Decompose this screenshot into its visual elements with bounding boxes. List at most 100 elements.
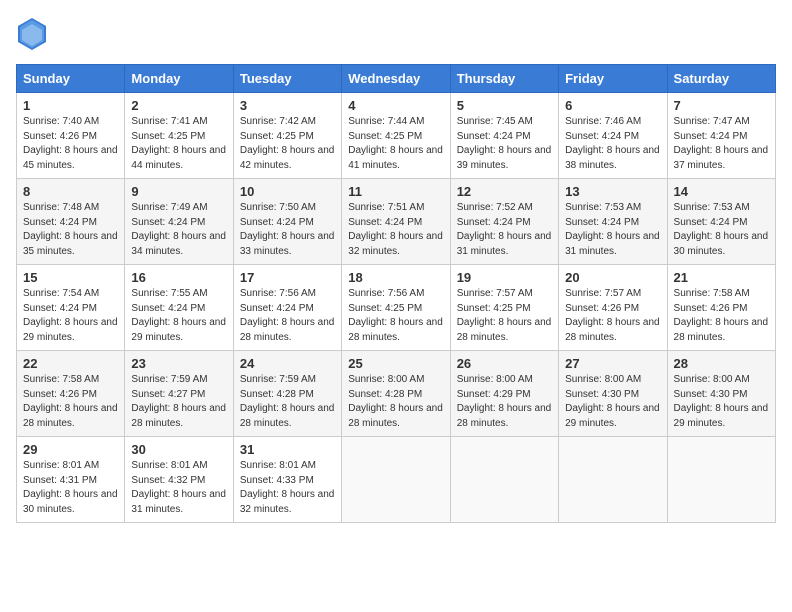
day-info: Sunrise: 7:46 AM Sunset: 4:24 PM Dayligh… <box>565 115 660 173</box>
day-info: Sunrise: 7:59 AM Sunset: 4:28 PM Dayligh… <box>240 373 335 431</box>
calendar-week-row: 15 Sunrise: 7:54 AM Sunset: 4:24 PM Dayli… <box>17 265 776 351</box>
day-of-week-header: Thursday <box>450 65 558 93</box>
day-number: 23 <box>131 356 226 371</box>
day-info: Sunrise: 7:40 AM Sunset: 4:26 PM Dayligh… <box>23 115 118 173</box>
day-number: 2 <box>131 98 226 113</box>
day-number: 6 <box>565 98 660 113</box>
calendar-day-cell: 27 Sunrise: 8:00 AM Sunset: 4:30 PM Dayli… <box>559 351 667 437</box>
day-info: Sunrise: 7:45 AM Sunset: 4:24 PM Dayligh… <box>457 115 552 173</box>
day-info: Sunrise: 7:53 AM Sunset: 4:24 PM Dayligh… <box>565 201 660 259</box>
calendar-day-cell <box>667 437 775 523</box>
day-number: 10 <box>240 184 335 199</box>
calendar-day-cell: 16 Sunrise: 7:55 AM Sunset: 4:24 PM Dayli… <box>125 265 233 351</box>
day-number: 27 <box>565 356 660 371</box>
day-number: 5 <box>457 98 552 113</box>
calendar-day-cell: 26 Sunrise: 8:00 AM Sunset: 4:29 PM Dayli… <box>450 351 558 437</box>
calendar-day-cell: 10 Sunrise: 7:50 AM Sunset: 4:24 PM Dayli… <box>233 179 341 265</box>
calendar-week-row: 1 Sunrise: 7:40 AM Sunset: 4:26 PM Daylig… <box>17 93 776 179</box>
day-of-week-header: Monday <box>125 65 233 93</box>
day-info: Sunrise: 7:49 AM Sunset: 4:24 PM Dayligh… <box>131 201 226 259</box>
day-info: Sunrise: 8:01 AM Sunset: 4:32 PM Dayligh… <box>131 459 226 517</box>
calendar-day-cell: 2Sunrise: 7:41 AM Sunset: 4:25 PM Daylig… <box>125 93 233 179</box>
day-info: Sunrise: 7:55 AM Sunset: 4:24 PM Dayligh… <box>131 287 226 345</box>
logo <box>16 16 52 52</box>
day-number: 18 <box>348 270 443 285</box>
day-info: Sunrise: 7:51 AM Sunset: 4:24 PM Dayligh… <box>348 201 443 259</box>
day-number: 14 <box>674 184 769 199</box>
day-info: Sunrise: 7:57 AM Sunset: 4:25 PM Dayligh… <box>457 287 552 345</box>
calendar-day-cell: 31 Sunrise: 8:01 AM Sunset: 4:33 PM Dayli… <box>233 437 341 523</box>
day-of-week-header: Wednesday <box>342 65 450 93</box>
day-info: Sunrise: 7:47 AM Sunset: 4:24 PM Dayligh… <box>674 115 769 173</box>
calendar-day-cell: 19 Sunrise: 7:57 AM Sunset: 4:25 PM Dayli… <box>450 265 558 351</box>
calendar-week-row: 22 Sunrise: 7:58 AM Sunset: 4:26 PM Dayli… <box>17 351 776 437</box>
day-number: 25 <box>348 356 443 371</box>
day-number: 16 <box>131 270 226 285</box>
day-number: 31 <box>240 442 335 457</box>
day-number: 7 <box>674 98 769 113</box>
day-number: 26 <box>457 356 552 371</box>
calendar-day-cell: 9 Sunrise: 7:49 AM Sunset: 4:24 PM Daylig… <box>125 179 233 265</box>
calendar-day-cell: 8 Sunrise: 7:48 AM Sunset: 4:24 PM Daylig… <box>17 179 125 265</box>
day-number: 1 <box>23 98 118 113</box>
calendar-day-cell: 13 Sunrise: 7:53 AM Sunset: 4:24 PM Dayli… <box>559 179 667 265</box>
day-info: Sunrise: 7:58 AM Sunset: 4:26 PM Dayligh… <box>674 287 769 345</box>
day-of-week-header: Friday <box>559 65 667 93</box>
day-info: Sunrise: 8:01 AM Sunset: 4:33 PM Dayligh… <box>240 459 335 517</box>
day-info: Sunrise: 8:00 AM Sunset: 4:28 PM Dayligh… <box>348 373 443 431</box>
calendar-day-cell: 12 Sunrise: 7:52 AM Sunset: 4:24 PM Dayli… <box>450 179 558 265</box>
day-info: Sunrise: 7:42 AM Sunset: 4:25 PM Dayligh… <box>240 115 335 173</box>
day-of-week-header: Sunday <box>17 65 125 93</box>
day-number: 22 <box>23 356 118 371</box>
day-info: Sunrise: 8:01 AM Sunset: 4:31 PM Dayligh… <box>23 459 118 517</box>
day-info: Sunrise: 7:56 AM Sunset: 4:25 PM Dayligh… <box>348 287 443 345</box>
day-number: 9 <box>131 184 226 199</box>
day-number: 29 <box>23 442 118 457</box>
calendar-day-cell: 20Sunrise: 7:57 AM Sunset: 4:26 PM Dayli… <box>559 265 667 351</box>
page-header <box>16 16 776 52</box>
day-of-week-header: Tuesday <box>233 65 341 93</box>
day-info: Sunrise: 7:58 AM Sunset: 4:26 PM Dayligh… <box>23 373 118 431</box>
calendar-day-cell: 15 Sunrise: 7:54 AM Sunset: 4:24 PM Dayli… <box>17 265 125 351</box>
day-number: 21 <box>674 270 769 285</box>
calendar-day-cell: 7 Sunrise: 7:47 AM Sunset: 4:24 PM Daylig… <box>667 93 775 179</box>
day-number: 4 <box>348 98 443 113</box>
day-info: Sunrise: 7:59 AM Sunset: 4:27 PM Dayligh… <box>131 373 226 431</box>
day-info: Sunrise: 7:56 AM Sunset: 4:24 PM Dayligh… <box>240 287 335 345</box>
calendar-day-cell: 29 Sunrise: 8:01 AM Sunset: 4:31 PM Dayli… <box>17 437 125 523</box>
calendar-day-cell: 21 Sunrise: 7:58 AM Sunset: 4:26 PM Dayli… <box>667 265 775 351</box>
calendar-week-row: 29 Sunrise: 8:01 AM Sunset: 4:31 PM Dayli… <box>17 437 776 523</box>
calendar-day-cell: 17 Sunrise: 7:56 AM Sunset: 4:24 PM Dayli… <box>233 265 341 351</box>
day-of-week-header: Saturday <box>667 65 775 93</box>
day-number: 3 <box>240 98 335 113</box>
day-info: Sunrise: 7:50 AM Sunset: 4:24 PM Dayligh… <box>240 201 335 259</box>
day-number: 19 <box>457 270 552 285</box>
day-info: Sunrise: 7:54 AM Sunset: 4:24 PM Dayligh… <box>23 287 118 345</box>
day-number: 13 <box>565 184 660 199</box>
calendar-day-cell: 22 Sunrise: 7:58 AM Sunset: 4:26 PM Dayli… <box>17 351 125 437</box>
calendar-day-cell: 3 Sunrise: 7:42 AM Sunset: 4:25 PM Daylig… <box>233 93 341 179</box>
calendar-day-cell: 6 Sunrise: 7:46 AM Sunset: 4:24 PM Daylig… <box>559 93 667 179</box>
day-number: 11 <box>348 184 443 199</box>
day-number: 15 <box>23 270 118 285</box>
day-number: 20 <box>565 270 660 285</box>
calendar-day-cell: 5 Sunrise: 7:45 AM Sunset: 4:24 PM Daylig… <box>450 93 558 179</box>
day-number: 24 <box>240 356 335 371</box>
day-info: Sunrise: 7:52 AM Sunset: 4:24 PM Dayligh… <box>457 201 552 259</box>
day-info: Sunrise: 8:00 AM Sunset: 4:29 PM Dayligh… <box>457 373 552 431</box>
day-number: 17 <box>240 270 335 285</box>
day-number: 8 <box>23 184 118 199</box>
day-info: Sunrise: 8:00 AM Sunset: 4:30 PM Dayligh… <box>674 373 769 431</box>
calendar-day-cell: 4Sunrise: 7:44 AM Sunset: 4:25 PM Daylig… <box>342 93 450 179</box>
calendar-day-cell: 1 Sunrise: 7:40 AM Sunset: 4:26 PM Daylig… <box>17 93 125 179</box>
calendar-day-cell: 14Sunrise: 7:53 AM Sunset: 4:24 PM Dayli… <box>667 179 775 265</box>
calendar-day-cell: 25 Sunrise: 8:00 AM Sunset: 4:28 PM Dayli… <box>342 351 450 437</box>
day-number: 12 <box>457 184 552 199</box>
day-info: Sunrise: 7:48 AM Sunset: 4:24 PM Dayligh… <box>23 201 118 259</box>
day-info: Sunrise: 8:00 AM Sunset: 4:30 PM Dayligh… <box>565 373 660 431</box>
day-number: 30 <box>131 442 226 457</box>
calendar-day-cell: 23 Sunrise: 7:59 AM Sunset: 4:27 PM Dayli… <box>125 351 233 437</box>
calendar-day-cell: 24 Sunrise: 7:59 AM Sunset: 4:28 PM Dayli… <box>233 351 341 437</box>
calendar-day-cell <box>450 437 558 523</box>
calendar-day-cell: 11 Sunrise: 7:51 AM Sunset: 4:24 PM Dayli… <box>342 179 450 265</box>
